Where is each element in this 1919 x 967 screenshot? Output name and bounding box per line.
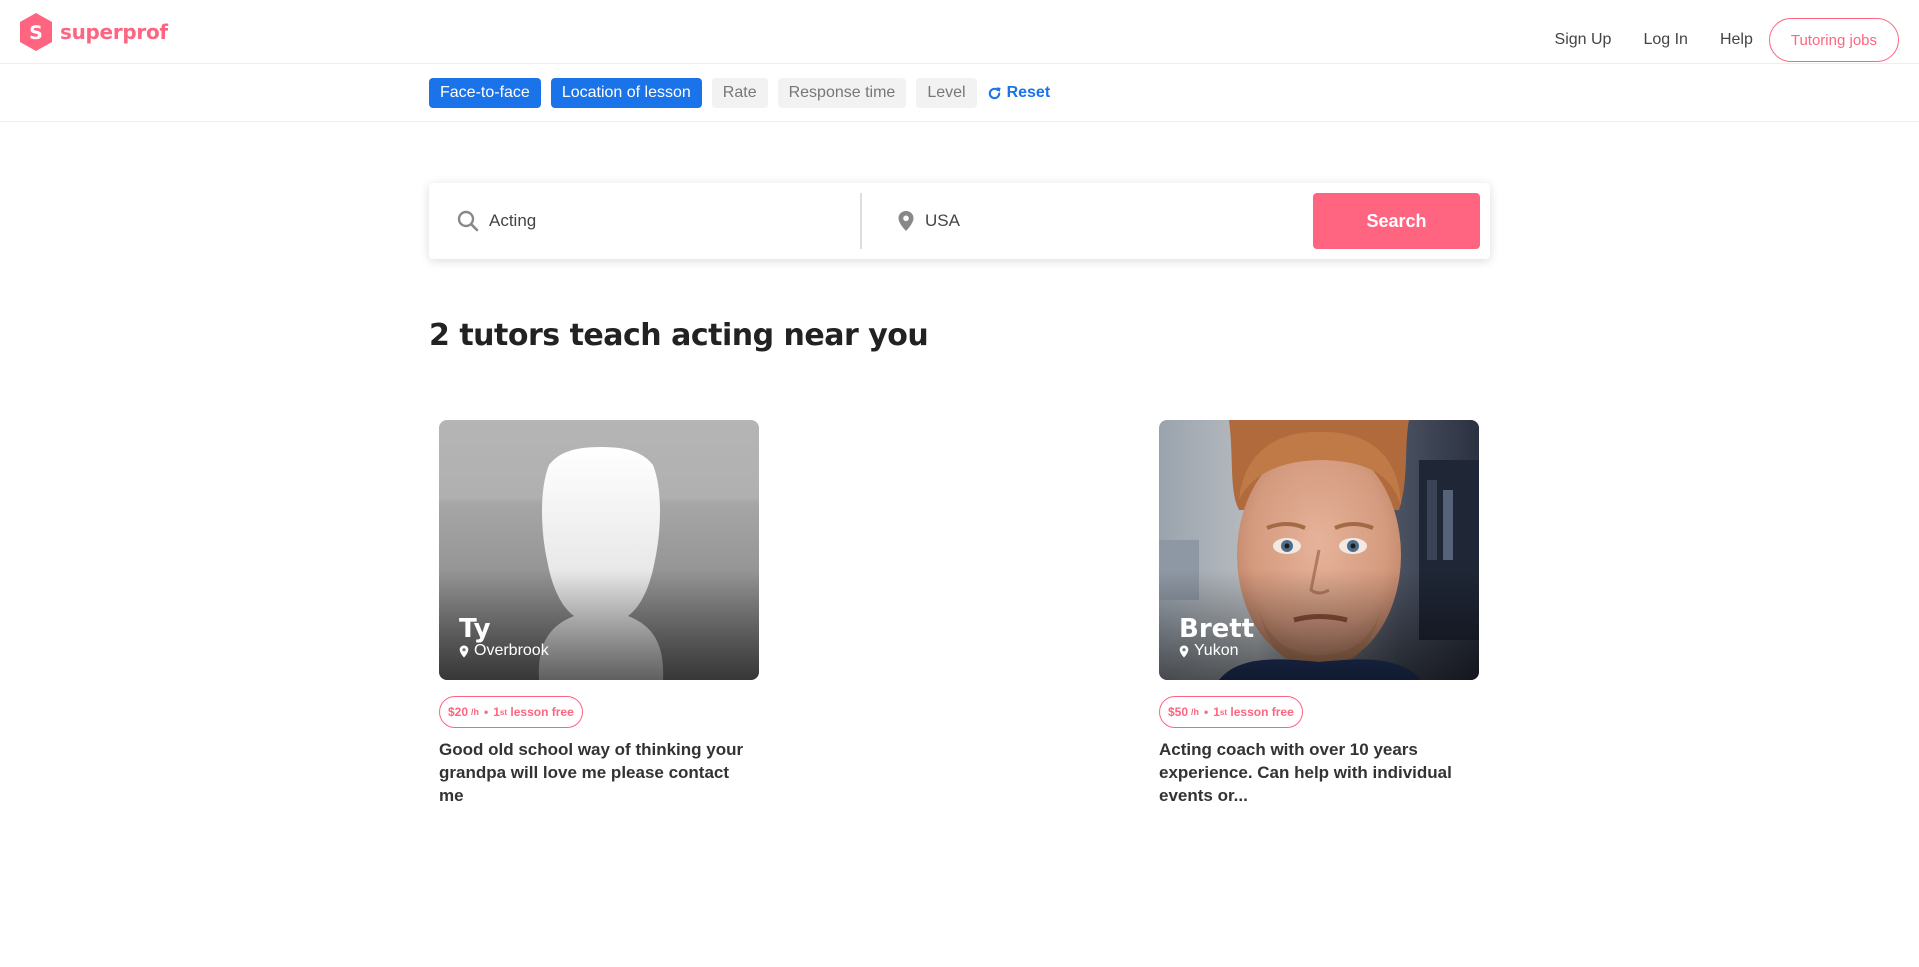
tutor-card[interactable]: Ty Overbrook $20 /h • 1st lesson free Go… — [439, 420, 759, 807]
tutor-location-text: Overbrook — [474, 642, 549, 659]
search-bar: Search — [429, 183, 1490, 259]
refresh-icon — [988, 86, 1001, 99]
reset-filters-button[interactable]: Reset — [987, 84, 1051, 102]
price-unit: /h — [471, 707, 480, 717]
first-lesson-number: 1 — [1213, 705, 1220, 719]
signup-link[interactable]: Sign Up — [1555, 31, 1612, 49]
first-lesson-ordinal: st — [1219, 707, 1228, 717]
first-lesson-number: 1 — [493, 705, 500, 719]
help-link[interactable]: Help — [1720, 31, 1753, 49]
separator-dot: • — [484, 705, 489, 719]
filter-response-time[interactable]: Response time — [777, 78, 907, 108]
map-pin-icon — [459, 645, 469, 657]
separator-dot: • — [1204, 705, 1209, 719]
filter-location-of-lesson[interactable]: Location of lesson — [550, 78, 702, 108]
price-value: $50 — [1168, 705, 1189, 719]
superprof-logo[interactable]: S superprof — [18, 12, 168, 52]
tutor-photo[interactable]: Brett Yukon — [1159, 420, 1479, 680]
search-divider — [860, 193, 862, 249]
location-input[interactable] — [925, 211, 1265, 231]
search-icon — [457, 210, 479, 232]
first-lesson-text: lesson free — [1227, 705, 1294, 719]
tutor-location: Yukon — [1179, 642, 1238, 660]
tutor-location-text: Yukon — [1194, 642, 1239, 659]
price-badge: $20 /h • 1st lesson free — [439, 696, 583, 728]
filter-face-to-face[interactable]: Face-to-face — [429, 78, 541, 108]
tutor-name: Ty — [459, 614, 491, 644]
logo-text: superprof — [60, 20, 168, 44]
top-header: S superprof Sign Up Log In Help Tutoring… — [0, 0, 1919, 64]
top-nav: Sign Up Log In Help Tutoring jobs — [1555, 18, 1899, 62]
location-field — [897, 183, 1297, 259]
price-value: $20 — [448, 705, 469, 719]
subject-input[interactable] — [489, 211, 829, 231]
tutor-card[interactable]: Brett Yukon $50 /h • 1st lesson free Act… — [1159, 420, 1479, 807]
login-link[interactable]: Log In — [1643, 31, 1687, 49]
map-pin-icon — [898, 211, 914, 231]
filter-level[interactable]: Level — [916, 78, 977, 108]
tutor-name: Brett — [1179, 614, 1255, 644]
tutor-location: Overbrook — [459, 642, 549, 660]
tutor-description[interactable]: Acting coach with over 10 years experien… — [1159, 738, 1469, 807]
filter-bar: Face-to-face Location of lesson Rate Res… — [0, 64, 1919, 122]
price-unit: /h — [1191, 707, 1200, 717]
filter-rate[interactable]: Rate — [711, 78, 768, 108]
subject-field — [457, 183, 857, 259]
price-badge: $50 /h • 1st lesson free — [1159, 696, 1303, 728]
reset-label: Reset — [1006, 84, 1051, 101]
search-button[interactable]: Search — [1313, 193, 1480, 249]
tutor-photo[interactable]: Ty Overbrook — [439, 420, 759, 680]
superprof-logo-icon: S — [20, 13, 52, 51]
first-lesson-ordinal: st — [499, 707, 508, 717]
first-lesson-text: lesson free — [507, 705, 574, 719]
map-pin-icon — [1179, 645, 1189, 657]
tutoring-jobs-button[interactable]: Tutoring jobs — [1768, 18, 1899, 62]
results-heading: 2 tutors teach acting near you — [429, 318, 929, 353]
svg-text:S: S — [29, 22, 43, 44]
tutor-description[interactable]: Good old school way of thinking your gra… — [439, 738, 749, 807]
